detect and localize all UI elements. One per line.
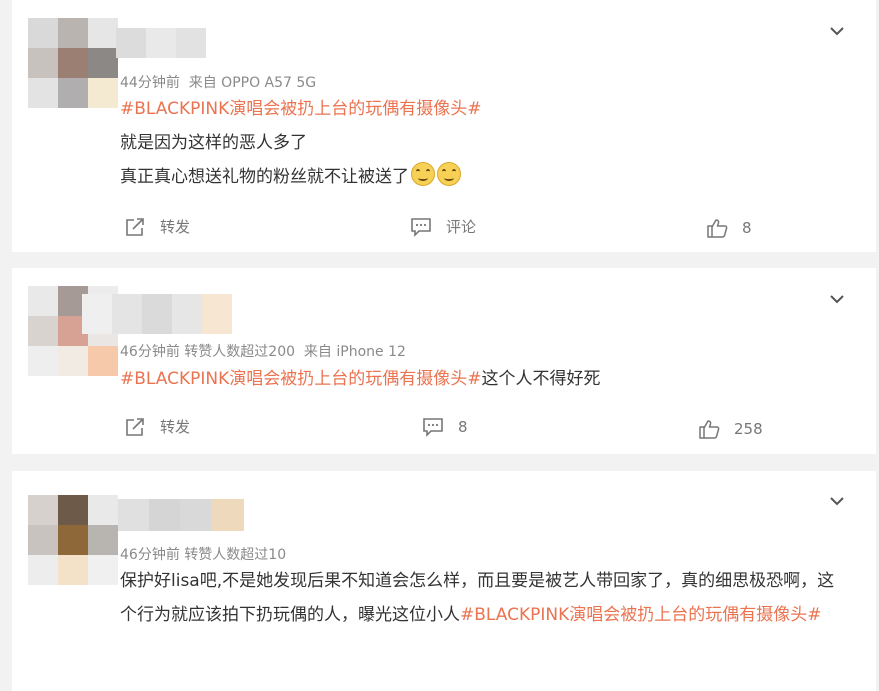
comment-meta: 46分钟前 转赞人数超过10 xyxy=(120,544,286,564)
chevron-down-icon[interactable] xyxy=(828,22,846,40)
avatar[interactable] xyxy=(28,18,118,108)
thumbs-up-icon xyxy=(707,219,728,238)
popularity-badge: 转赞人数超过200 xyxy=(184,344,296,360)
comment-label: 评论 xyxy=(446,218,477,236)
repost-button[interactable]: 转发 xyxy=(124,416,190,437)
like-button[interactable]: 258 xyxy=(698,419,763,439)
popularity-badge: 转赞人数超过10 xyxy=(184,547,287,563)
username[interactable] xyxy=(116,28,206,58)
comment-line: 就是因为这样的恶人多了 xyxy=(120,133,307,153)
comment-button[interactable]: 8 xyxy=(422,417,468,437)
hashtag-link[interactable]: #BLACKPINK演唱会被扔上台的玩偶有摄像头# xyxy=(120,99,482,119)
like-button[interactable]: 8 xyxy=(706,218,752,238)
repost-label: 转发 xyxy=(160,418,191,436)
chevron-down-icon[interactable] xyxy=(828,290,846,308)
username[interactable] xyxy=(82,294,232,334)
comment-line: 这个人不得好死 xyxy=(481,369,601,389)
comment-card: 46分钟前 转赞人数超过10 保护好lisa吧,不是她发现后果不知道会怎么样，而… xyxy=(12,471,876,691)
comment-meta: 46分钟前 转赞人数超过200 来自 iPhone 12 xyxy=(120,341,406,361)
like-count: 258 xyxy=(734,420,763,438)
like-count: 8 xyxy=(742,219,752,237)
repost-label: 转发 xyxy=(160,218,191,236)
timestamp: 46分钟前 xyxy=(120,547,180,563)
chevron-down-icon[interactable] xyxy=(828,492,846,510)
comment-card: 46分钟前 转赞人数超过200 来自 iPhone 12 #BLACKPINK演… xyxy=(12,268,876,454)
source-device: 来自 iPhone 12 xyxy=(303,344,406,360)
comment-icon xyxy=(411,217,431,237)
smile-emoji-icon xyxy=(411,162,435,186)
comment-count: 8 xyxy=(458,418,468,436)
timestamp: 44分钟前 xyxy=(120,75,180,91)
repost-button[interactable]: 转发 xyxy=(124,216,190,237)
comment-button[interactable]: 评论 xyxy=(410,216,476,237)
thumbs-up-icon xyxy=(699,420,720,439)
comment-body: 保护好lisa吧,不是她发现后果不知道会怎么样，而且要是被艺人带回家了，真的细思… xyxy=(120,564,846,632)
hashtag-link[interactable]: #BLACKPINK演唱会被扔上台的玩偶有摄像头# xyxy=(120,369,482,389)
repost-icon xyxy=(126,417,144,436)
username[interactable] xyxy=(118,499,244,531)
smile-emoji-icon xyxy=(437,162,461,186)
hashtag-link[interactable]: #BLACKPINK演唱会被扔上台的玩偶有摄像头# xyxy=(460,605,822,625)
comment-line-emoji: 真正真心想送礼物的粉丝就不让被送了 xyxy=(120,160,846,194)
comment-body: #BLACKPINK演唱会被扔上台的玩偶有摄像头# 就是因为这样的恶人多了 真正… xyxy=(120,92,846,194)
comment-body: #BLACKPINK演唱会被扔上台的玩偶有摄像头#这个人不得好死 xyxy=(120,362,846,396)
comment-card: 44分钟前 来自 OPPO A57 5G #BLACKPINK演唱会被扔上台的玩… xyxy=(12,0,876,252)
comment-icon xyxy=(423,418,443,437)
repost-icon xyxy=(126,217,144,236)
avatar[interactable] xyxy=(28,495,118,585)
source-device: 来自 OPPO A57 5G xyxy=(188,75,317,91)
comment-meta: 44分钟前 来自 OPPO A57 5G xyxy=(120,72,316,92)
timestamp: 46分钟前 xyxy=(120,344,180,360)
